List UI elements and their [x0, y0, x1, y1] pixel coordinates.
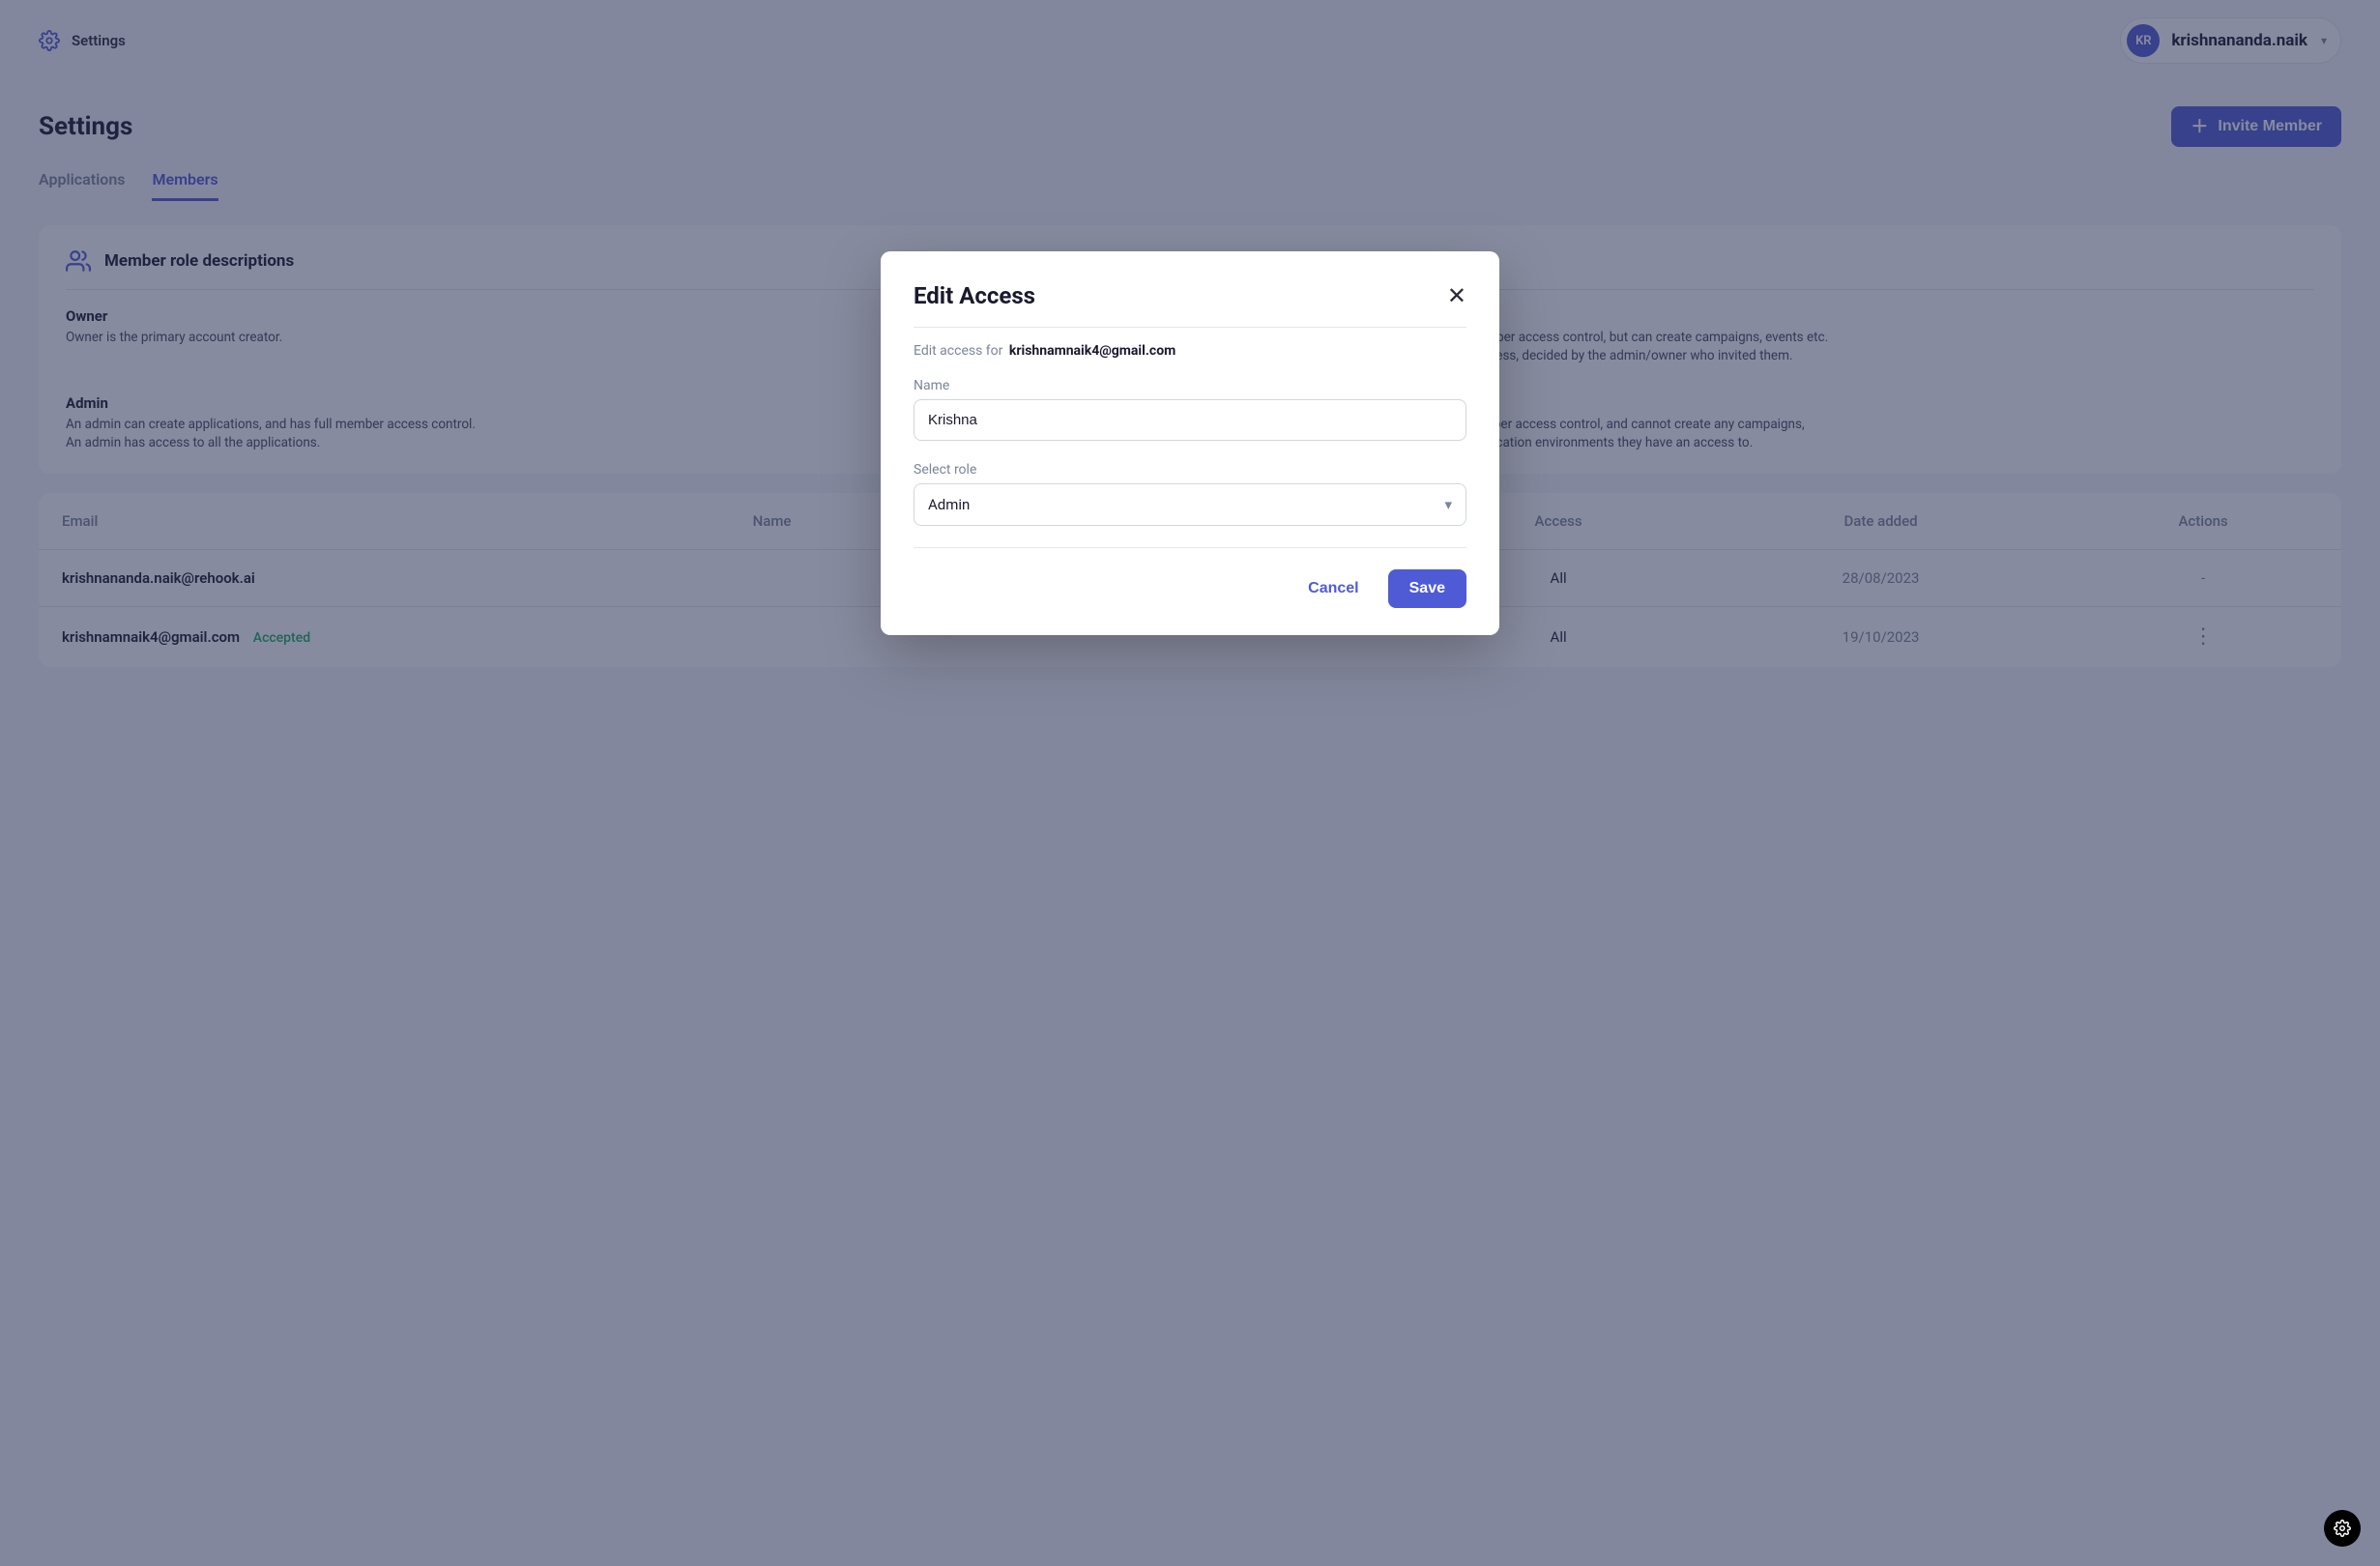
role-field-label: Select role: [914, 462, 1466, 478]
modal-subtitle-prefix: Edit access for: [914, 343, 1002, 359]
name-field-label: Name: [914, 378, 1466, 393]
role-select[interactable]: Admin ▾: [914, 483, 1466, 526]
name-field-block: Name: [914, 378, 1466, 441]
modal-header: Edit Access ✕: [914, 282, 1466, 328]
close-icon[interactable]: ✕: [1447, 284, 1466, 307]
save-button[interactable]: Save: [1388, 569, 1466, 608]
modal-overlay[interactable]: Edit Access ✕ Edit access for krishnamna…: [0, 0, 2380, 1566]
cancel-button[interactable]: Cancel: [1302, 579, 1364, 598]
settings-fab[interactable]: [2324, 1510, 2361, 1547]
role-select-value: Admin: [928, 496, 970, 513]
role-field-block: Select role Admin ▾: [914, 462, 1466, 526]
modal-title: Edit Access: [914, 282, 1035, 309]
edit-access-modal: Edit Access ✕ Edit access for krishnamna…: [881, 251, 1499, 635]
name-input[interactable]: [914, 399, 1466, 441]
chevron-down-icon: ▾: [1444, 496, 1452, 513]
gear-icon: [2334, 1520, 2351, 1537]
modal-footer: Cancel Save: [914, 547, 1466, 608]
modal-subtitle-email: krishnamnaik4@gmail.com: [1009, 343, 1175, 359]
modal-subtitle: Edit access for krishnamnaik4@gmail.com: [914, 343, 1466, 359]
